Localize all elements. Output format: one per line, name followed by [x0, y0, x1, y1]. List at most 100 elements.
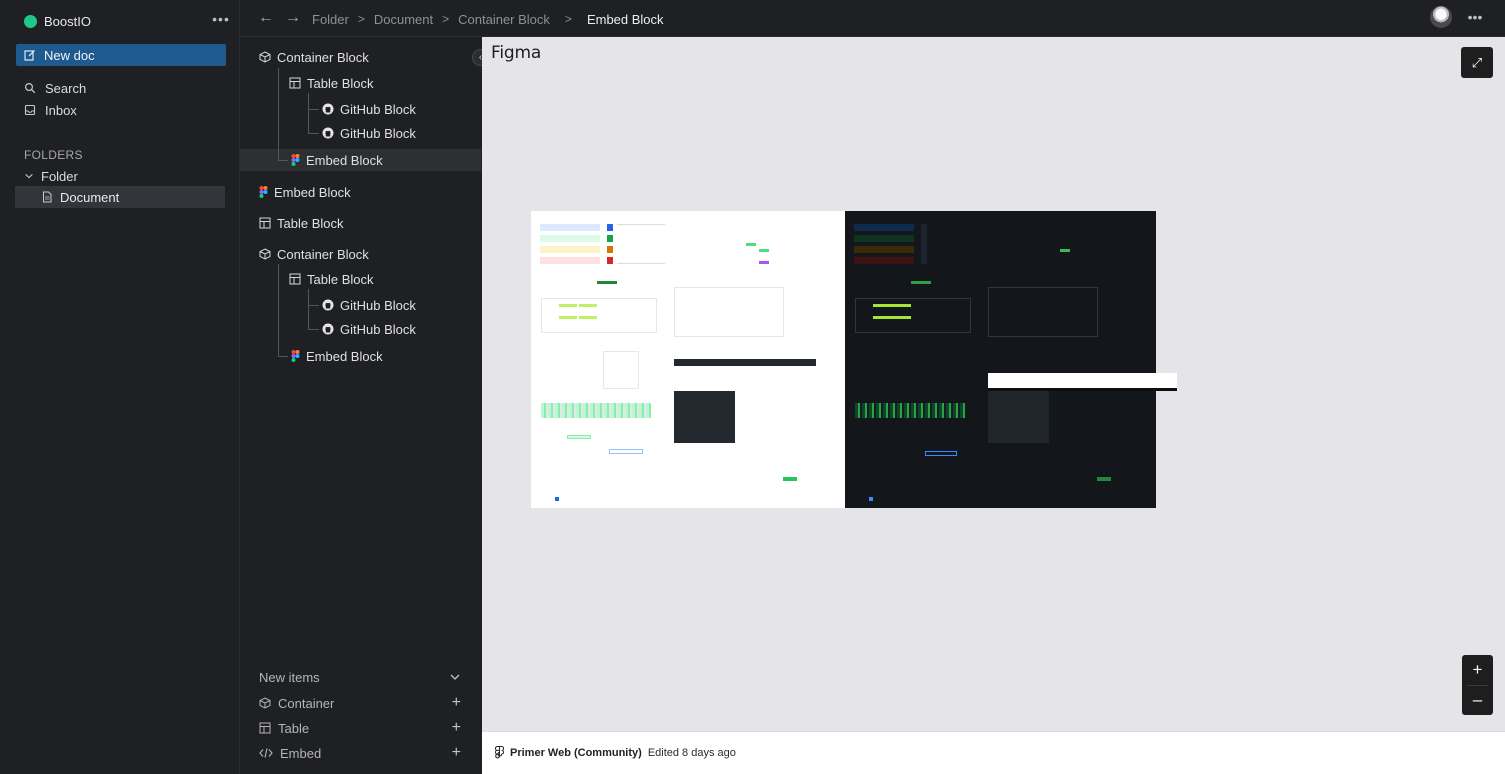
tree-node-label: GitHub Block	[340, 125, 416, 141]
tree-connector	[278, 160, 288, 161]
figma-icon	[259, 186, 268, 198]
github-icon	[322, 127, 334, 139]
tree-connector	[308, 305, 319, 306]
tree-node-embed-block-active[interactable]: Embed Block	[291, 150, 383, 170]
back-arrow-icon[interactable]: ←	[258, 9, 274, 27]
figma-canvas-dark	[845, 211, 1156, 508]
tree-node-github-block[interactable]: GitHub Block	[322, 123, 416, 143]
sidebar-document[interactable]: Document	[15, 186, 225, 208]
search-icon	[24, 82, 36, 94]
breadcrumb: Folder > Document > Container Block > Em…	[312, 10, 664, 28]
workspace-switcher[interactable]: BoostIO	[24, 11, 91, 31]
tree-connector	[278, 68, 279, 161]
github-icon	[322, 299, 334, 311]
tree-node-label: GitHub Block	[340, 321, 416, 337]
embed-footer: Primer Web (Community) Edited 8 days ago	[482, 731, 1505, 774]
tree-node-embed-block[interactable]: Embed Block	[291, 346, 383, 366]
tree-connector	[278, 356, 288, 357]
new-item-label: Container	[278, 695, 335, 711]
workspace-logo-icon	[24, 14, 37, 28]
embed-edited-time: Edited 8 days ago	[647, 746, 736, 759]
chevron-right-icon: >	[564, 12, 572, 26]
new-doc-icon	[24, 50, 35, 61]
breadcrumb-folder[interactable]: Folder	[312, 12, 349, 27]
figma-canvas-light	[531, 211, 845, 508]
zoom-out-icon[interactable]: –	[1462, 685, 1493, 715]
new-items-label: New items	[259, 669, 320, 685]
tree-node-github-block[interactable]: GitHub Block	[322, 99, 416, 119]
cube-icon	[259, 248, 271, 260]
table-icon	[289, 273, 301, 285]
forward-arrow-icon[interactable]: →	[285, 9, 301, 27]
new-items-toggle[interactable]: New items	[259, 668, 461, 686]
tree-connector	[308, 329, 319, 330]
tree-node-container-block[interactable]: Container Block	[259, 47, 369, 67]
tree-node-label: Table Block	[307, 75, 374, 91]
sidebar-item-label: Search	[45, 80, 87, 96]
tree-node-table-block[interactable]: Table Block	[259, 213, 343, 233]
chevron-right-icon: >	[442, 12, 450, 26]
figma-embed[interactable]: Figma ⤢ + –	[482, 37, 1505, 731]
new-table-button[interactable]: Table +	[259, 719, 461, 737]
workspace-more-icon[interactable]: •••	[212, 10, 230, 28]
document-label: Document	[60, 189, 120, 205]
chevron-down-icon	[450, 674, 460, 680]
tree-node-label: Embed Block	[306, 152, 383, 168]
document-icon	[43, 191, 52, 203]
embed-file-name[interactable]: Primer Web (Community)	[510, 747, 642, 759]
tree-node-container-block[interactable]: Container Block	[259, 244, 369, 264]
tree-node-table-block[interactable]: Table Block	[289, 269, 373, 289]
embed-title: Figma	[491, 43, 542, 63]
code-icon	[259, 748, 273, 758]
page-more-icon[interactable]: •••	[1466, 8, 1484, 26]
cube-icon	[259, 697, 271, 709]
inbox-icon	[24, 104, 36, 116]
cube-icon	[259, 51, 271, 63]
breadcrumb-document[interactable]: Document	[374, 12, 433, 27]
expand-icon[interactable]: ⤢	[1461, 47, 1493, 78]
tree-connector	[308, 133, 319, 134]
figma-icon	[291, 350, 300, 362]
table-icon	[289, 77, 301, 89]
chevron-down-icon	[25, 173, 33, 179]
tree-node-label: Container Block	[277, 49, 369, 65]
zoom-in-icon[interactable]: +	[1462, 655, 1493, 685]
new-doc-label: New doc	[44, 47, 95, 63]
left-sidebar: BoostIO ••• New doc Search Inbox FOLDERS…	[0, 0, 240, 774]
plus-icon[interactable]: +	[452, 745, 461, 761]
breadcrumb-container-block[interactable]: Container Block	[458, 12, 550, 27]
tree-node-label: Container Block	[277, 246, 369, 262]
table-icon	[259, 722, 271, 734]
tree-node-label: Table Block	[307, 271, 374, 287]
plus-icon[interactable]: +	[452, 695, 461, 711]
tree-node-github-block[interactable]: GitHub Block	[322, 295, 416, 315]
new-container-button[interactable]: Container +	[259, 694, 461, 712]
folder-label: Folder	[41, 168, 78, 184]
breadcrumb-embed-block[interactable]: Embed Block	[587, 12, 664, 27]
tree-node-label: Embed Block	[274, 184, 351, 200]
figma-canvas-strip	[988, 373, 1177, 391]
folders-heading: FOLDERS	[24, 148, 83, 162]
tree-node-label: GitHub Block	[340, 297, 416, 313]
new-embed-button[interactable]: Embed +	[259, 744, 461, 762]
tree-connector	[308, 289, 309, 330]
sidebar-folder[interactable]: Folder	[24, 167, 78, 185]
avatar[interactable]	[1430, 6, 1452, 28]
tree-connector	[278, 264, 279, 357]
tree-node-label: GitHub Block	[340, 101, 416, 117]
github-icon	[322, 323, 334, 335]
sidebar-item-search[interactable]: Search	[24, 79, 86, 97]
table-icon	[259, 217, 271, 229]
plus-icon[interactable]: +	[452, 720, 461, 736]
new-item-label: Embed	[280, 745, 322, 761]
new-doc-button[interactable]: New doc	[16, 44, 226, 66]
tree-node-table-block[interactable]: Table Block	[289, 73, 373, 93]
sidebar-item-inbox[interactable]: Inbox	[24, 101, 77, 119]
github-icon	[322, 103, 334, 115]
chevron-right-icon: >	[357, 12, 365, 26]
new-item-label: Table	[278, 720, 310, 736]
tree-node-embed-block[interactable]: Embed Block	[259, 182, 351, 202]
tree-node-github-block[interactable]: GitHub Block	[322, 319, 416, 339]
figma-icon	[291, 154, 300, 166]
app-window: BoostIO ••• New doc Search Inbox FOLDERS…	[0, 0, 1505, 774]
